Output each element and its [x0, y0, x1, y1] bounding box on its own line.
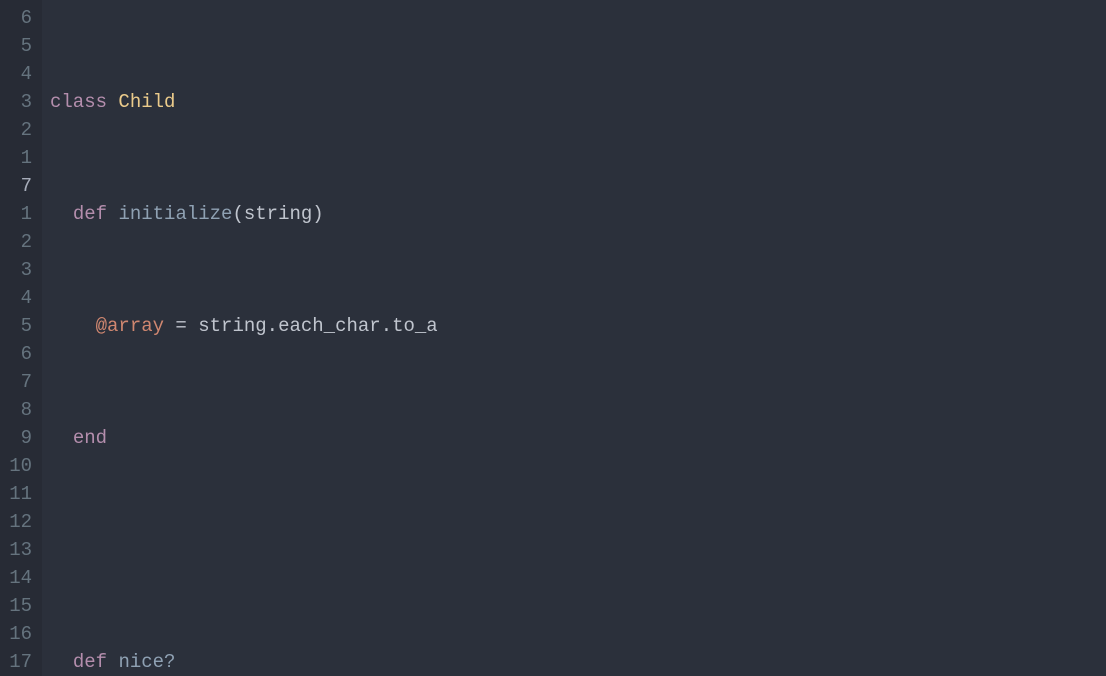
line-number: 4: [0, 60, 32, 88]
line-number-current: 7: [0, 172, 32, 200]
code-editor[interactable]: 6 5 4 3 2 1 7 1 2 3 4 5 6 7 8 9 10 11 12…: [0, 0, 1106, 676]
line-number: 2: [0, 228, 32, 256]
line-number: 4: [0, 284, 32, 312]
line-number: 5: [0, 312, 32, 340]
line-number: 11: [0, 480, 32, 508]
line-number: 17: [0, 648, 32, 676]
line-number: 9: [0, 424, 32, 452]
line-number: 6: [0, 340, 32, 368]
code-line[interactable]: end: [50, 424, 1106, 452]
code-line[interactable]: class Child: [50, 88, 1106, 116]
line-number: 15: [0, 592, 32, 620]
line-number: 6: [0, 4, 32, 32]
line-number: 13: [0, 536, 32, 564]
code-line[interactable]: [50, 536, 1106, 564]
line-number: 12: [0, 508, 32, 536]
line-number: 5: [0, 32, 32, 60]
line-number: 10: [0, 452, 32, 480]
line-number: 1: [0, 144, 32, 172]
code-line[interactable]: @array = string.each_char.to_a: [50, 312, 1106, 340]
code-area[interactable]: class Child def initialize(string) @arra…: [42, 0, 1106, 676]
line-number: 2: [0, 116, 32, 144]
line-number: 3: [0, 88, 32, 116]
line-number: 16: [0, 620, 32, 648]
code-line[interactable]: def initialize(string): [50, 200, 1106, 228]
line-number: 8: [0, 396, 32, 424]
line-number: 14: [0, 564, 32, 592]
code-line[interactable]: def nice?: [50, 648, 1106, 676]
gutter: 6 5 4 3 2 1 7 1 2 3 4 5 6 7 8 9 10 11 12…: [0, 0, 42, 676]
line-number: 7: [0, 368, 32, 396]
line-number: 3: [0, 256, 32, 284]
line-number: 1: [0, 200, 32, 228]
